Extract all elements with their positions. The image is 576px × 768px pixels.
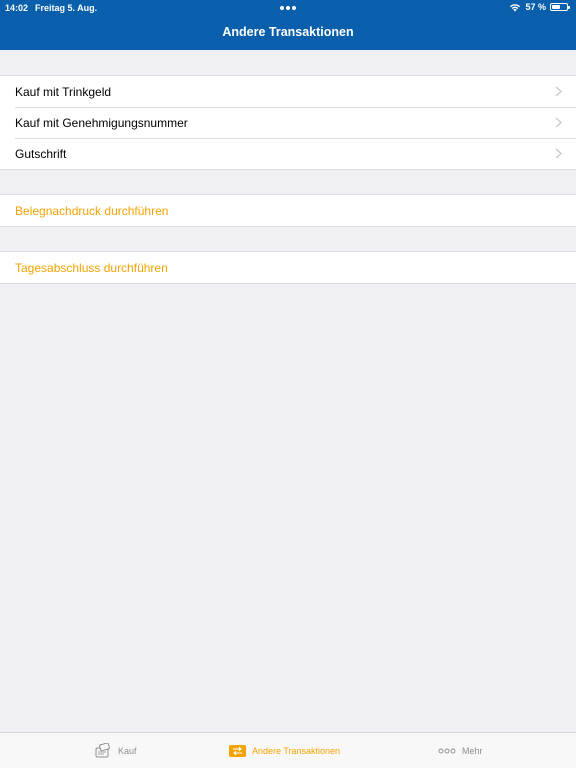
transfer-icon	[229, 745, 246, 757]
more-dots-icon	[438, 748, 456, 754]
tab-label: Kauf	[118, 746, 137, 756]
wifi-icon	[510, 4, 521, 12]
tab-label: Andere Transaktionen	[252, 746, 341, 756]
chevron-right-icon	[555, 86, 562, 97]
navigation-header: 14:02 Freitag 5. Aug. 57 % Andere Transa…	[0, 0, 576, 50]
daily-closing-button[interactable]: Tagesabschluss durchführen	[0, 252, 576, 283]
chevron-right-icon	[555, 148, 562, 159]
row-label: Kauf mit Trinkgeld	[15, 84, 112, 99]
page-title: Andere Transaktionen	[222, 25, 354, 39]
battery-icon	[550, 3, 570, 11]
tab-mehr[interactable]: Mehr	[438, 733, 483, 768]
screen: 14:02 Freitag 5. Aug. 57 % Andere Transa…	[0, 0, 576, 768]
reprint-receipt-button[interactable]: Belegnachdruck durchführen	[0, 195, 576, 226]
chevron-right-icon	[555, 117, 562, 128]
reprint-group: Belegnachdruck durchführen	[0, 194, 576, 227]
battery-percentage: 57 %	[525, 2, 546, 12]
row-label: Kauf mit Genehmigungsnummer	[15, 115, 188, 130]
transactions-group: Kauf mit Trinkgeld Kauf mit Genehmigungs…	[0, 75, 576, 170]
tab-label: Mehr	[462, 746, 483, 756]
card-terminal-icon	[95, 743, 110, 758]
tab-bar: Kauf Andere Transaktionen Mehr	[0, 732, 576, 768]
row-label: Gutschrift	[15, 146, 67, 161]
status-time: 14:02	[5, 3, 29, 13]
status-bar: 14:02 Freitag 5. Aug. 57 %	[0, 0, 576, 16]
multitasking-dots-icon[interactable]	[280, 6, 296, 10]
tab-andere-transaktionen[interactable]: Andere Transaktionen	[229, 733, 340, 768]
row-label: Belegnachdruck durchführen	[15, 203, 169, 218]
closing-group: Tagesabschluss durchführen	[0, 251, 576, 284]
status-right: 57 %	[509, 2, 570, 12]
tab-kauf[interactable]: Kauf	[94, 733, 137, 768]
status-date: Freitag 5. Aug.	[35, 3, 98, 13]
row-gutschrift[interactable]: Gutschrift	[0, 138, 576, 169]
row-kauf-mit-genehmigungsnummer[interactable]: Kauf mit Genehmigungsnummer	[0, 107, 576, 138]
row-label: Tagesabschluss durchführen	[15, 260, 168, 275]
battery-fill	[552, 5, 560, 9]
row-kauf-mit-trinkgeld[interactable]: Kauf mit Trinkgeld	[0, 76, 576, 107]
